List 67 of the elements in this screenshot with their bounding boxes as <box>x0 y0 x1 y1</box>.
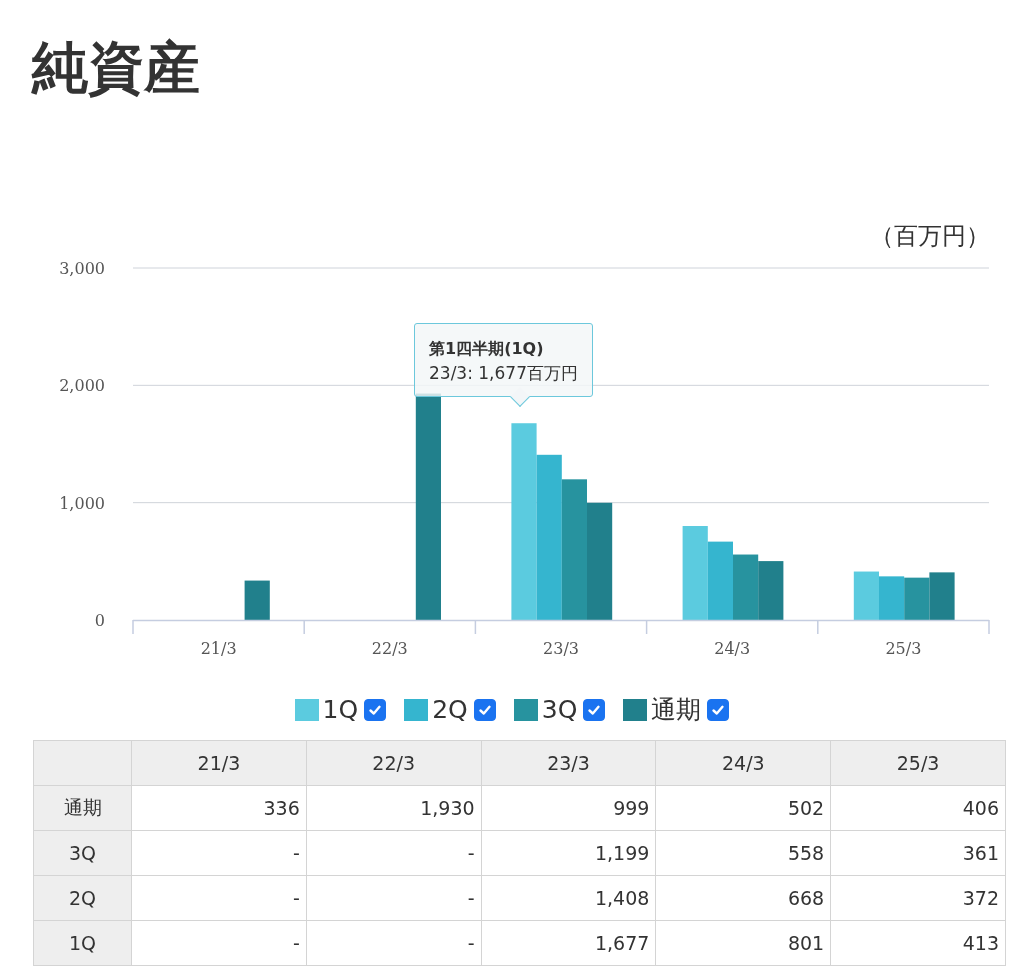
legend-checkbox[interactable] <box>707 699 730 721</box>
tooltip-title: 第1四半期(1Q) <box>429 338 545 360</box>
x-axis-label: 23/3 <box>543 639 579 658</box>
column-header: 24/3 <box>655 740 831 786</box>
y-axis-label: 1,000 <box>59 493 105 513</box>
bar[interactable] <box>682 526 708 620</box>
bar[interactable] <box>758 561 784 620</box>
table-cell: 361 <box>830 830 1006 876</box>
legend-swatch <box>623 699 648 721</box>
legend-swatch <box>294 699 319 721</box>
bar[interactable] <box>904 577 930 620</box>
bar[interactable] <box>244 580 270 620</box>
column-header: 25/3 <box>830 740 1006 786</box>
legend-checkbox[interactable] <box>364 699 387 721</box>
check-icon <box>711 703 726 717</box>
table-cell: 372 <box>830 875 1006 921</box>
check-icon <box>368 703 383 717</box>
legend-label: 2Q <box>432 695 468 725</box>
unit-label: （百万円） <box>870 221 990 252</box>
page-title: 純資産 <box>30 34 201 102</box>
table-cell: - <box>306 875 482 921</box>
row-header: 3Q <box>33 830 132 876</box>
column-header: 23/3 <box>481 740 656 786</box>
row-header: 2Q <box>33 875 132 921</box>
table-cell: 558 <box>655 830 831 876</box>
table-cell: - <box>131 875 307 921</box>
check-icon <box>477 703 492 717</box>
table-cell: 413 <box>830 920 1006 966</box>
row-header: 1Q <box>33 920 132 966</box>
table-cell: 1,930 <box>306 785 482 831</box>
table-cell: 1,199 <box>481 830 656 876</box>
legend-checkbox[interactable] <box>473 699 496 721</box>
row-header: 通期 <box>33 785 132 831</box>
table-cell: - <box>131 830 307 876</box>
check-icon <box>587 703 602 717</box>
legend-swatch <box>404 699 429 721</box>
tooltip-value: 23/3: 1,677百万円 <box>429 362 578 385</box>
bar[interactable] <box>929 572 955 620</box>
x-axis-label: 25/3 <box>885 639 922 658</box>
table-cell: 1,677 <box>481 920 656 966</box>
table-cell: 502 <box>655 785 831 831</box>
column-header: 22/3 <box>306 740 482 786</box>
table-cell: - <box>131 920 307 966</box>
table-cell: 999 <box>481 785 656 831</box>
bar[interactable] <box>561 479 587 620</box>
table-cell: 1,408 <box>481 875 656 921</box>
y-axis-label: 0 <box>94 611 105 630</box>
table-cell: - <box>306 920 482 966</box>
legend-label: 通期 <box>651 695 702 725</box>
legend-label: 3Q <box>541 695 578 725</box>
table-cell: 668 <box>655 875 831 921</box>
table-cell: 406 <box>830 785 1006 831</box>
x-axis-label: 22/3 <box>371 639 408 658</box>
bar[interactable] <box>853 571 879 620</box>
table-cell: 801 <box>655 920 831 966</box>
bar[interactable] <box>587 502 613 620</box>
x-axis-label: 24/3 <box>714 639 751 658</box>
y-axis-label: 2,000 <box>59 376 105 396</box>
y-axis-label: 3,000 <box>59 259 105 278</box>
legend-swatch <box>513 699 538 721</box>
bar[interactable] <box>879 576 905 620</box>
x-axis-label: 21/3 <box>200 639 237 658</box>
column-header: 21/3 <box>131 740 307 786</box>
legend-label: 1Q <box>322 695 359 725</box>
legend-checkbox[interactable] <box>583 699 606 721</box>
table-cell: 336 <box>131 785 307 831</box>
table-cell: - <box>306 830 482 876</box>
